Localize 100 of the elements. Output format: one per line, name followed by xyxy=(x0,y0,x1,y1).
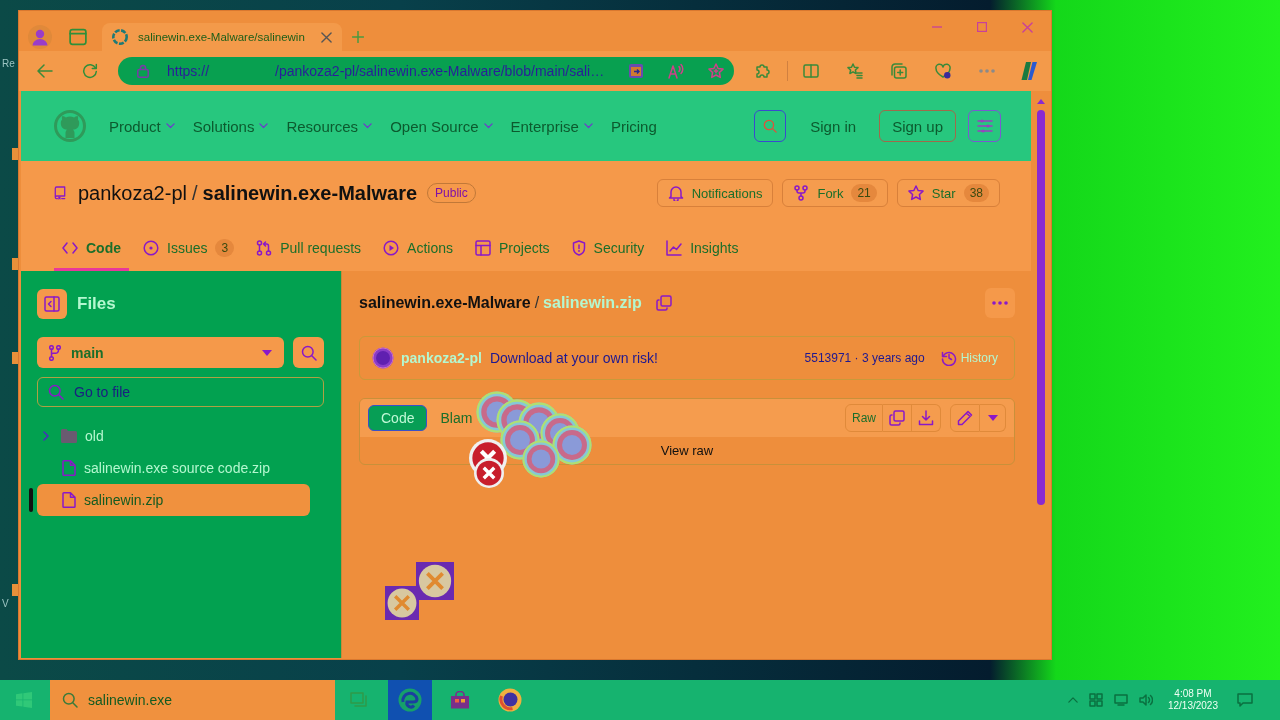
menu-button[interactable] xyxy=(968,110,1001,142)
pull-request-icon xyxy=(256,240,273,256)
network-icon[interactable] xyxy=(1088,693,1103,707)
close-icon[interactable] xyxy=(1022,21,1033,33)
split-screen-icon[interactable] xyxy=(803,63,819,79)
start-icon[interactable] xyxy=(16,692,32,708)
repo-owner-link[interactable]: pankoza2-pl xyxy=(78,181,187,205)
tree-item[interactable]: old xyxy=(37,420,310,452)
browser-icon xyxy=(398,688,422,712)
view-mode-tab[interactable]: Code xyxy=(368,405,428,431)
error-icon xyxy=(522,440,560,478)
new-tab-icon[interactable] xyxy=(352,30,364,43)
nav-menu-button[interactable]: Solutions xyxy=(192,117,269,135)
play-icon xyxy=(383,240,400,256)
task-view-icon xyxy=(350,692,370,708)
author-link[interactable]: pankoza2-pl xyxy=(401,350,482,366)
repo-tab[interactable]: Projects xyxy=(467,233,558,271)
notifications-button[interactable]: Notifications xyxy=(656,179,774,207)
search-button[interactable] xyxy=(293,337,324,368)
commit-message-link[interactable]: Download at your own risk! xyxy=(489,350,658,366)
search-button[interactable] xyxy=(754,110,787,142)
repo-tab[interactable]: Security xyxy=(563,233,653,271)
error-tile-icon xyxy=(385,586,419,620)
add-favorite-icon[interactable] xyxy=(708,63,725,79)
history-icon xyxy=(940,350,957,366)
counter: 21 xyxy=(851,184,877,202)
nav-menu-button[interactable]: Resources xyxy=(286,117,373,135)
search-icon xyxy=(300,344,317,361)
tree-item[interactable]: salinewin.exe source code.zip xyxy=(37,452,310,484)
taskbar-button[interactable] xyxy=(388,680,432,720)
clock-date[interactable]: 12/13/2023 xyxy=(1167,700,1218,712)
nav-menu-button[interactable]: Open Source xyxy=(390,117,493,135)
favorites-icon[interactable] xyxy=(847,63,863,79)
star-button[interactable]: Star 38 xyxy=(896,179,1000,207)
table-icon xyxy=(475,240,491,256)
site-info-icon[interactable] xyxy=(137,64,149,78)
view-mode-tab[interactable]: Blam xyxy=(427,405,474,431)
path-separator: / xyxy=(534,294,540,312)
breadcrumb-link[interactable]: salinewin.exe-Malware xyxy=(359,294,531,312)
fork-button[interactable]: Fork 21 xyxy=(782,179,888,207)
shield-icon xyxy=(571,240,586,256)
nav-link[interactable]: Pricing xyxy=(610,117,657,135)
notification-icon[interactable] xyxy=(1237,693,1253,707)
clock-time[interactable]: 4:08 PM xyxy=(1174,688,1212,700)
repo-tab[interactable]: Pull requests xyxy=(248,233,370,271)
raw-button[interactable]: Raw xyxy=(845,404,883,432)
repo-tab[interactable]: Actions xyxy=(375,233,461,271)
logo-icon[interactable] xyxy=(54,110,86,142)
chevron-up-icon[interactable] xyxy=(1067,697,1078,703)
sign-up-button[interactable]: Sign up xyxy=(879,110,956,142)
refresh-icon[interactable] xyxy=(82,63,98,79)
nav-menu-button[interactable]: Product xyxy=(109,117,175,135)
nav-menu-button[interactable]: Enterprise xyxy=(510,117,593,135)
copy-icon xyxy=(889,410,905,426)
more-icon xyxy=(992,301,1008,305)
commit-info-link[interactable]: 5513971 · 3 years ago xyxy=(804,351,925,365)
copy-button[interactable] xyxy=(883,404,912,432)
more-icon[interactable] xyxy=(979,69,995,73)
error-icon xyxy=(552,425,592,465)
caret-down-icon xyxy=(262,349,272,356)
back-icon[interactable] xyxy=(37,64,53,78)
display-icon[interactable] xyxy=(1113,694,1128,706)
code-icon xyxy=(62,242,78,254)
branch-select[interactable]: main xyxy=(37,337,284,368)
taskbar-search-field[interactable]: salinewin.exe xyxy=(50,680,335,720)
folder-icon xyxy=(61,429,77,443)
edit-button[interactable] xyxy=(950,404,980,432)
repo-tab[interactable]: Insights xyxy=(658,233,747,271)
repo-name-link[interactable]: salinewin.exe-Malware xyxy=(202,181,418,205)
chevron-right-icon[interactable] xyxy=(43,431,49,441)
scrollbar-thumb[interactable] xyxy=(1037,110,1045,505)
shopping-bag-icon xyxy=(450,691,470,709)
tab-actions-icon[interactable] xyxy=(69,27,87,46)
more-button[interactable] xyxy=(985,288,1015,318)
scroll-up-icon[interactable] xyxy=(1037,99,1045,104)
maximize-icon[interactable] xyxy=(977,22,987,32)
browser-tab[interactable]: salinewin.exe-Malware/salinewin xyxy=(102,23,342,51)
heart-icon[interactable] xyxy=(935,63,951,79)
address-bar[interactable]: https:// /pankoza2-pl/salinewin.exe-Malware/blob/main/sali… xyxy=(118,57,734,85)
volume-icon[interactable] xyxy=(1138,694,1153,706)
counter: 3 xyxy=(215,239,235,257)
download-button[interactable] xyxy=(912,404,941,432)
more-options-button[interactable] xyxy=(980,404,1006,432)
profile-icon[interactable] xyxy=(28,24,52,49)
history-link[interactable]: History xyxy=(940,350,998,366)
file-search-field[interactable]: Go to file xyxy=(37,377,324,407)
logo-icon[interactable] xyxy=(1019,61,1039,81)
download-icon xyxy=(918,410,934,426)
copy-icon[interactable] xyxy=(655,295,672,311)
collections-icon[interactable] xyxy=(891,63,907,79)
globe-icon xyxy=(498,688,522,712)
read-aloud-icon[interactable] xyxy=(668,63,685,79)
extensions-icon[interactable] xyxy=(755,63,771,79)
search-icon xyxy=(62,692,78,708)
repo-tab[interactable]: Issues 3 xyxy=(135,233,243,271)
view-raw-link[interactable]: View raw xyxy=(660,443,714,458)
panel-toggle-button[interactable] xyxy=(37,289,67,319)
sign-in-link[interactable]: Sign in xyxy=(810,117,857,135)
close-icon[interactable] xyxy=(321,31,332,43)
app-icon[interactable] xyxy=(628,63,645,79)
